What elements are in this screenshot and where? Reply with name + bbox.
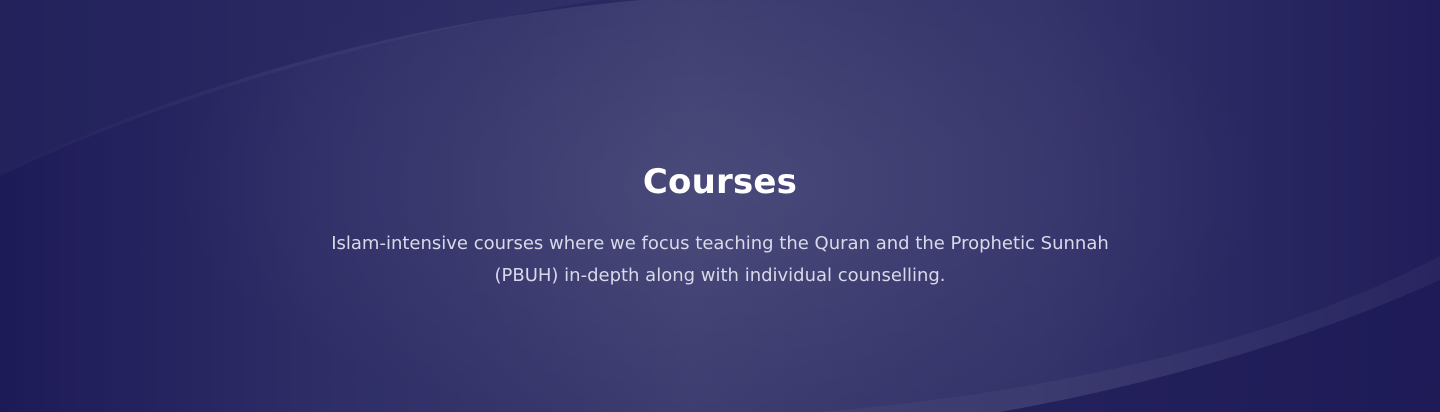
courses-hero: Courses Islam-intensive courses where we… <box>0 0 1440 412</box>
courses-description: Islam-intensive courses where we focus t… <box>331 233 1109 286</box>
page-title: Courses <box>642 162 798 202</box>
hero-content: Courses Islam-intensive courses where we… <box>0 0 1440 412</box>
